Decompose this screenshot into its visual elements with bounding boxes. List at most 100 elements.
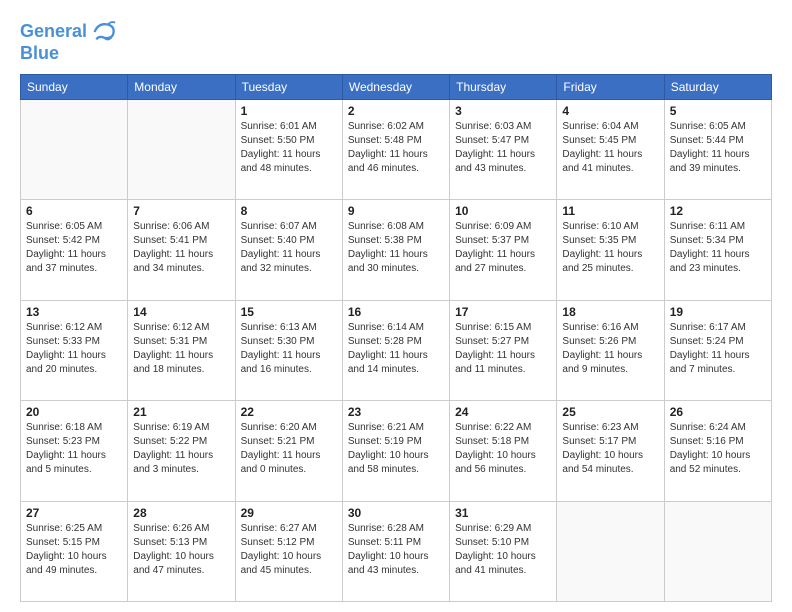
day-number: 25 bbox=[562, 405, 658, 419]
day-info: Sunrise: 6:12 AMSunset: 5:31 PMDaylight:… bbox=[133, 321, 229, 377]
day-cell: 19 Sunrise: 6:17 AMSunset: 5:24 PMDayligh… bbox=[664, 300, 771, 400]
day-cell: 17Sunrise: 6:15 AMSunset: 5:27 PMDayligh… bbox=[450, 300, 557, 400]
day-number: 5 bbox=[670, 104, 766, 118]
week-row-2: 6Sunrise: 6:05 AMSunset: 5:42 PMDaylight… bbox=[21, 200, 772, 300]
weekday-header-sunday: Sunday bbox=[21, 74, 128, 99]
day-cell: 6Sunrise: 6:05 AMSunset: 5:42 PMDaylight… bbox=[21, 200, 128, 300]
day-number: 18 bbox=[562, 305, 658, 319]
weekday-header-monday: Monday bbox=[128, 74, 235, 99]
day-number: 2 bbox=[348, 104, 444, 118]
day-cell: 7 Sunrise: 6:06 AMSunset: 5:41 PMDaylight… bbox=[128, 200, 235, 300]
day-cell bbox=[21, 99, 128, 199]
logo-text: General bbox=[20, 22, 87, 42]
day-number: 14 bbox=[133, 305, 229, 319]
day-cell: 2 Sunrise: 6:02 AMSunset: 5:48 PMDaylight… bbox=[342, 99, 449, 199]
day-cell: 25 Sunrise: 6:23 AMSunset: 5:17 PMDayligh… bbox=[557, 401, 664, 501]
day-number: 28 bbox=[133, 506, 229, 520]
day-cell: 27 Sunrise: 6:25 AMSunset: 5:15 PMDayligh… bbox=[21, 501, 128, 601]
day-cell bbox=[664, 501, 771, 601]
weekday-header-thursday: Thursday bbox=[450, 74, 557, 99]
day-info: Sunrise: 6:06 AMSunset: 5:41 PMDaylight:… bbox=[133, 220, 229, 276]
day-cell: 20 Sunrise: 6:18 AMSunset: 5:23 PMDayligh… bbox=[21, 401, 128, 501]
day-cell: 28 Sunrise: 6:26 AMSunset: 5:13 PMDayligh… bbox=[128, 501, 235, 601]
day-number: 22 bbox=[241, 405, 337, 419]
day-cell bbox=[128, 99, 235, 199]
day-info: Sunrise: 6:11 AMSunset: 5:34 PMDaylight:… bbox=[670, 220, 766, 276]
day-number: 31 bbox=[455, 506, 551, 520]
day-info: Sunrise: 6:17 AMSunset: 5:24 PMDaylight:… bbox=[670, 321, 766, 377]
day-info: Sunrise: 6:16 AMSunset: 5:26 PMDaylight:… bbox=[562, 321, 658, 377]
calendar-table: SundayMondayTuesdayWednesdayThursdayFrid… bbox=[20, 74, 772, 602]
day-number: 17 bbox=[455, 305, 551, 319]
day-info: Sunrise: 6:05 AMSunset: 5:42 PMDaylight:… bbox=[26, 220, 122, 276]
day-number: 3 bbox=[455, 104, 551, 118]
day-number: 20 bbox=[26, 405, 122, 419]
day-number: 30 bbox=[348, 506, 444, 520]
day-cell: 5Sunrise: 6:05 AMSunset: 5:44 PMDaylight… bbox=[664, 99, 771, 199]
day-info: Sunrise: 6:19 AMSunset: 5:22 PMDaylight:… bbox=[133, 421, 229, 477]
day-cell: 15Sunrise: 6:13 AMSunset: 5:30 PMDayligh… bbox=[235, 300, 342, 400]
day-info: Sunrise: 6:02 AMSunset: 5:48 PMDaylight:… bbox=[348, 120, 444, 176]
day-info: Sunrise: 6:01 AMSunset: 5:50 PMDaylight:… bbox=[241, 120, 337, 176]
day-number: 16 bbox=[348, 305, 444, 319]
day-cell: 22 Sunrise: 6:20 AMSunset: 5:21 PMDayligh… bbox=[235, 401, 342, 501]
day-number: 1 bbox=[241, 104, 337, 118]
day-info: Sunrise: 6:22 AMSunset: 5:18 PMDaylight:… bbox=[455, 421, 551, 477]
day-info: Sunrise: 6:23 AMSunset: 5:17 PMDaylight:… bbox=[562, 421, 658, 477]
day-cell: 12 Sunrise: 6:11 AMSunset: 5:34 PMDayligh… bbox=[664, 200, 771, 300]
logo-bird-icon bbox=[89, 18, 117, 46]
day-info: Sunrise: 6:20 AMSunset: 5:21 PMDaylight:… bbox=[241, 421, 337, 477]
day-number: 27 bbox=[26, 506, 122, 520]
day-cell: 4Sunrise: 6:04 AMSunset: 5:45 PMDaylight… bbox=[557, 99, 664, 199]
calendar-page: General Blue SundayMondayTuesdayWednesd bbox=[0, 0, 792, 612]
weekday-header-tuesday: Tuesday bbox=[235, 74, 342, 99]
day-number: 12 bbox=[670, 204, 766, 218]
day-info: Sunrise: 6:14 AMSunset: 5:28 PMDaylight:… bbox=[348, 321, 444, 377]
day-info: Sunrise: 6:07 AMSunset: 5:40 PMDaylight:… bbox=[241, 220, 337, 276]
day-number: 23 bbox=[348, 405, 444, 419]
week-row-4: 20 Sunrise: 6:18 AMSunset: 5:23 PMDayligh… bbox=[21, 401, 772, 501]
weekday-header-saturday: Saturday bbox=[664, 74, 771, 99]
day-info: Sunrise: 6:09 AMSunset: 5:37 PMDaylight:… bbox=[455, 220, 551, 276]
day-cell: 21 Sunrise: 6:19 AMSunset: 5:22 PMDayligh… bbox=[128, 401, 235, 501]
day-number: 21 bbox=[133, 405, 229, 419]
day-cell: 30 Sunrise: 6:28 AMSunset: 5:11 PMDayligh… bbox=[342, 501, 449, 601]
day-number: 19 bbox=[670, 305, 766, 319]
week-row-5: 27 Sunrise: 6:25 AMSunset: 5:15 PMDayligh… bbox=[21, 501, 772, 601]
day-number: 13 bbox=[26, 305, 122, 319]
day-number: 24 bbox=[455, 405, 551, 419]
weekday-header-wednesday: Wednesday bbox=[342, 74, 449, 99]
day-info: Sunrise: 6:03 AMSunset: 5:47 PMDaylight:… bbox=[455, 120, 551, 176]
day-number: 10 bbox=[455, 204, 551, 218]
logo: General Blue bbox=[20, 18, 117, 64]
day-cell: 10 Sunrise: 6:09 AMSunset: 5:37 PMDayligh… bbox=[450, 200, 557, 300]
day-info: Sunrise: 6:21 AMSunset: 5:19 PMDaylight:… bbox=[348, 421, 444, 477]
day-number: 9 bbox=[348, 204, 444, 218]
day-cell: 1 Sunrise: 6:01 AMSunset: 5:50 PMDaylight… bbox=[235, 99, 342, 199]
day-cell bbox=[557, 501, 664, 601]
day-number: 26 bbox=[670, 405, 766, 419]
day-info: Sunrise: 6:10 AMSunset: 5:35 PMDaylight:… bbox=[562, 220, 658, 276]
weekday-header-row: SundayMondayTuesdayWednesdayThursdayFrid… bbox=[21, 74, 772, 99]
day-number: 4 bbox=[562, 104, 658, 118]
day-info: Sunrise: 6:27 AMSunset: 5:12 PMDaylight:… bbox=[241, 522, 337, 578]
day-number: 8 bbox=[241, 204, 337, 218]
day-info: Sunrise: 6:24 AMSunset: 5:16 PMDaylight:… bbox=[670, 421, 766, 477]
day-cell: 11 Sunrise: 6:10 AMSunset: 5:35 PMDayligh… bbox=[557, 200, 664, 300]
week-row-1: 1 Sunrise: 6:01 AMSunset: 5:50 PMDaylight… bbox=[21, 99, 772, 199]
logo-blue-text: Blue bbox=[20, 44, 117, 64]
day-info: Sunrise: 6:12 AMSunset: 5:33 PMDaylight:… bbox=[26, 321, 122, 377]
day-cell: 9Sunrise: 6:08 AMSunset: 5:38 PMDaylight… bbox=[342, 200, 449, 300]
day-number: 11 bbox=[562, 204, 658, 218]
weekday-header-friday: Friday bbox=[557, 74, 664, 99]
day-info: Sunrise: 6:26 AMSunset: 5:13 PMDaylight:… bbox=[133, 522, 229, 578]
day-cell: 13 Sunrise: 6:12 AMSunset: 5:33 PMDayligh… bbox=[21, 300, 128, 400]
day-cell: 14 Sunrise: 6:12 AMSunset: 5:31 PMDayligh… bbox=[128, 300, 235, 400]
day-number: 7 bbox=[133, 204, 229, 218]
day-cell: 16 Sunrise: 6:14 AMSunset: 5:28 PMDayligh… bbox=[342, 300, 449, 400]
day-info: Sunrise: 6:28 AMSunset: 5:11 PMDaylight:… bbox=[348, 522, 444, 578]
day-cell: 29Sunrise: 6:27 AMSunset: 5:12 PMDayligh… bbox=[235, 501, 342, 601]
day-info: Sunrise: 6:25 AMSunset: 5:15 PMDaylight:… bbox=[26, 522, 122, 578]
day-info: Sunrise: 6:18 AMSunset: 5:23 PMDaylight:… bbox=[26, 421, 122, 477]
day-number: 15 bbox=[241, 305, 337, 319]
